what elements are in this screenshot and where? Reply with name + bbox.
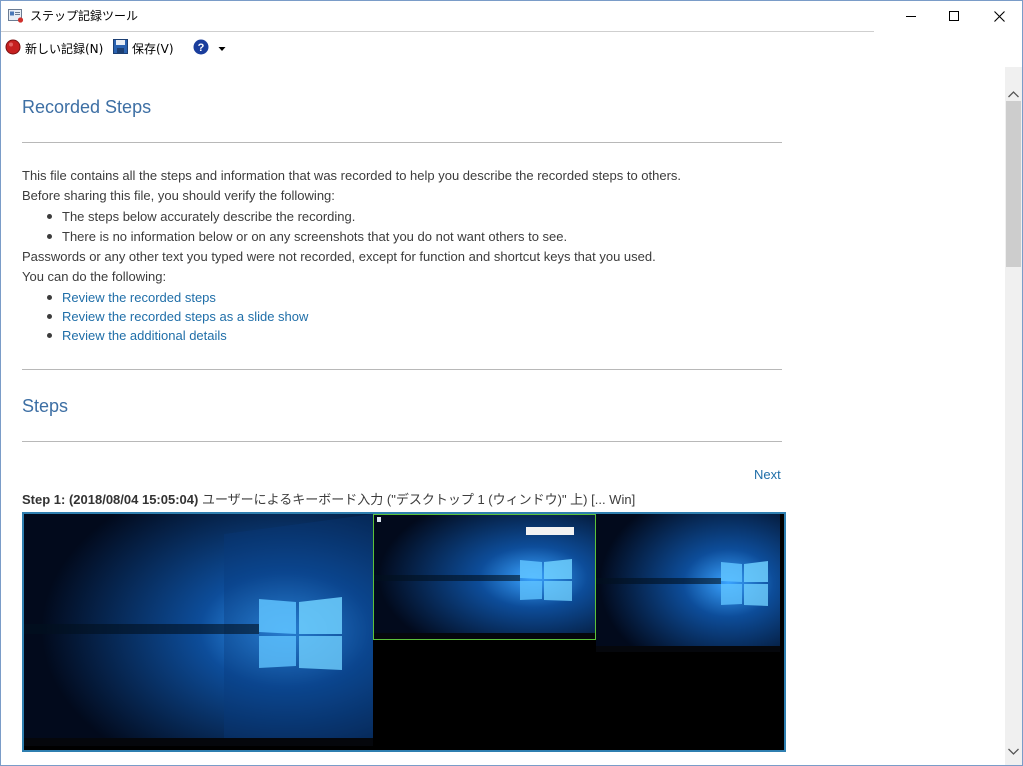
bullet xyxy=(47,333,52,338)
svg-text:?: ? xyxy=(198,42,205,54)
bullet xyxy=(47,214,52,219)
intro-text: You can do the following: xyxy=(22,269,167,284)
desktop-screenshot xyxy=(596,514,780,652)
scrollbar-thumb[interactable] xyxy=(1006,101,1021,267)
new-record-button[interactable]: 新しい記録(N) xyxy=(5,38,103,58)
window-title: ステップ記録ツール xyxy=(30,9,139,23)
help-icon: ? xyxy=(193,39,209,58)
save-icon xyxy=(113,39,128,57)
additional-details-link[interactable]: Review the additional details xyxy=(62,328,227,343)
next-link[interactable]: Next xyxy=(754,467,781,482)
list-item: Review the recorded steps as a slide sho… xyxy=(47,309,308,324)
divider xyxy=(22,369,782,370)
bullet xyxy=(47,234,52,239)
help-dropdown[interactable] xyxy=(218,38,226,58)
save-button[interactable]: 保存(V) xyxy=(113,38,174,58)
intro-text: This file contains all the steps and inf… xyxy=(22,168,682,183)
maximize-button[interactable] xyxy=(931,1,977,31)
slide-show-link[interactable]: Review the recorded steps as a slide sho… xyxy=(62,309,308,324)
scroll-up-icon[interactable] xyxy=(1008,83,1019,102)
bullet xyxy=(47,314,52,319)
divider xyxy=(22,441,782,442)
list-item: Review the recorded steps xyxy=(47,290,216,305)
divider xyxy=(22,142,782,143)
save-label: 保存(V) xyxy=(132,41,174,56)
step-number: Step 1: (2018/08/04 15:05:04) xyxy=(22,492,199,507)
list-item: Review the additional details xyxy=(47,328,227,343)
list-item-text: The steps below accurately describe the … xyxy=(62,209,356,224)
scroll-down-icon[interactable] xyxy=(1008,740,1019,759)
report-content: Recorded Steps This file contains all th… xyxy=(1,67,1005,765)
chevron-down-icon xyxy=(218,41,226,55)
list-item: The steps below accurately describe the … xyxy=(47,209,355,224)
report-heading: Recorded Steps xyxy=(22,97,152,117)
step-description: ユーザーによるキーボード入力 ("デスクトップ 1 (ウィンドウ)" 上) [.… xyxy=(198,492,636,507)
minimize-button[interactable] xyxy=(888,1,934,31)
close-button[interactable] xyxy=(976,1,1022,31)
review-steps-link[interactable]: Review the recorded steps xyxy=(62,290,216,305)
title-divider xyxy=(1,31,874,32)
title-bar: ステップ記録ツール xyxy=(1,1,1022,31)
record-icon xyxy=(5,39,21,58)
steps-heading: Steps xyxy=(22,396,69,416)
new-record-label: 新しい記録(N) xyxy=(25,41,104,56)
intro-text: Before sharing this file, you should ver… xyxy=(22,188,335,203)
list-item-text: There is no information below or on any … xyxy=(62,229,568,244)
toolbar: 新しい記録(N) 保存(V) ? xyxy=(1,34,1022,62)
desktop-screenshot xyxy=(373,514,596,640)
vertical-scrollbar[interactable] xyxy=(1005,67,1022,765)
help-button[interactable]: ? xyxy=(193,38,209,58)
intro-text: Passwords or any other text you typed we… xyxy=(22,249,656,264)
steps-recorder-window: ステップ記録ツール 新しい記録(N) 保存(V) ? Recorded Step… xyxy=(0,0,1023,766)
step-screenshot xyxy=(22,512,786,752)
bullet xyxy=(47,295,52,300)
list-item: There is no information below or on any … xyxy=(47,229,567,244)
step-title: Step 1: (2018/08/04 15:05:04) ユーザーによるキーボ… xyxy=(22,489,635,508)
app-icon xyxy=(8,8,24,23)
desktop-screenshot xyxy=(24,514,373,746)
